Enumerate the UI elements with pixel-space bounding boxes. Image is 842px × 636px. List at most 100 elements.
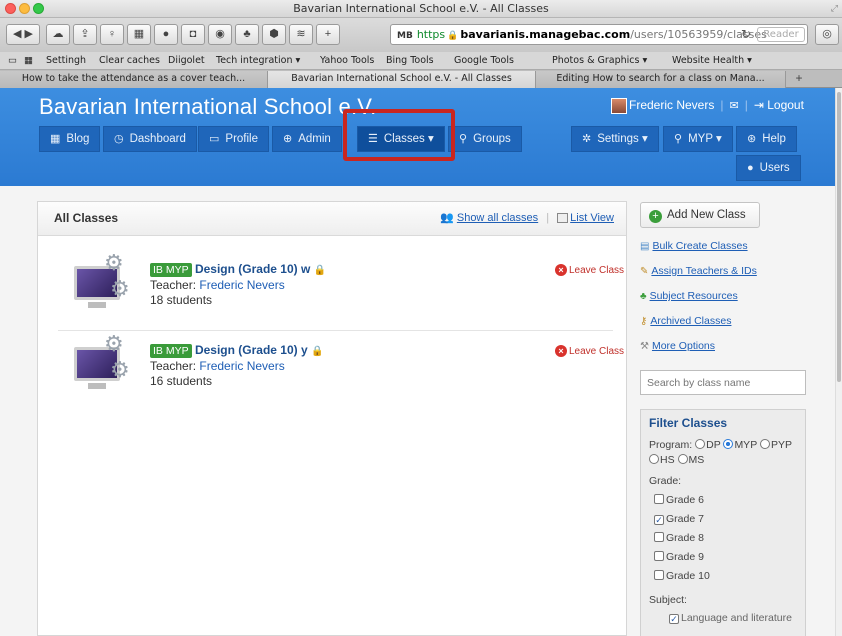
stack-icon: ≋ xyxy=(296,28,306,40)
dashboard-icon: ◷ xyxy=(114,133,124,145)
nav-dashboard[interactable]: ◷ Dashboard xyxy=(103,126,197,152)
tab-attendance[interactable]: How to take the attendance as a cover te… xyxy=(0,71,268,88)
nav-help[interactable]: ⊛ Help xyxy=(736,126,797,152)
bookmark-item[interactable]: Tech integration ▾ xyxy=(216,55,300,66)
address-bar[interactable]: MB https 🔒 bavarianis.managebac.com/users/1… xyxy=(390,24,808,45)
nav-settings[interactable]: ✲ Settings ▾ xyxy=(571,126,659,152)
grade-option[interactable]: Grade 10 xyxy=(654,570,797,582)
url-scheme: https xyxy=(416,28,446,41)
logout-link[interactable]: Logout xyxy=(767,98,804,112)
radio-myp[interactable] xyxy=(723,439,734,449)
sidebar-link-assign-teachers[interactable]: ✎ Assign Teachers & IDs xyxy=(640,265,757,277)
nav-profile[interactable]: ▭ Profile xyxy=(198,126,270,152)
checkbox[interactable] xyxy=(654,532,664,542)
panel-header: All Classes 👥 Show all classes | List Vi… xyxy=(38,202,626,236)
class-thumbnail[interactable]: ⚙ ⚙ xyxy=(74,252,130,310)
extension-button-7[interactable]: ⬢ xyxy=(262,24,286,45)
class-search-input[interactable] xyxy=(640,370,806,395)
sidebar-link-label[interactable]: More Options xyxy=(652,340,715,352)
grade-option[interactable]: Grade 6 xyxy=(654,494,797,506)
sidebar-link-label[interactable]: Subject Resources xyxy=(650,290,738,302)
student-count: 16 students xyxy=(150,374,213,388)
bookmark-item[interactable]: Bing Tools xyxy=(386,55,434,66)
scrollbar-thumb[interactable] xyxy=(837,92,841,382)
radio-pyp[interactable] xyxy=(759,439,770,449)
forward-icon[interactable]: ▶ xyxy=(25,28,33,40)
class-name-link[interactable]: Design (Grade 10) w xyxy=(195,262,310,276)
school-name[interactable]: Bavarian International School e.V. xyxy=(39,94,376,120)
bookmark-item[interactable]: Website Health ▾ xyxy=(672,55,752,66)
grade-option[interactable]: ✓ Grade 7 xyxy=(654,513,797,525)
reload-icon[interactable]: ↻ xyxy=(741,25,751,44)
checkbox[interactable] xyxy=(654,494,664,504)
radio-dp[interactable] xyxy=(695,439,706,449)
sidebar-link-label[interactable]: Assign Teachers & IDs xyxy=(651,265,756,277)
grade-option[interactable]: Grade 9 xyxy=(654,551,797,563)
sidebar-link-label[interactable]: Archived Classes xyxy=(650,315,731,327)
teacher-link[interactable]: Frederic Nevers xyxy=(199,359,284,373)
leave-class-button[interactable]: × Leave Class xyxy=(555,345,624,357)
nav-blog[interactable]: ▦ Blog xyxy=(39,126,101,152)
home-button[interactable]: ☁ xyxy=(46,24,70,45)
downloads-button[interactable]: ◎ xyxy=(815,24,839,45)
checkbox[interactable] xyxy=(654,570,664,580)
new-tab-button[interactable]: + xyxy=(316,24,340,45)
bookmark-item[interactable]: Diigolet xyxy=(168,55,205,66)
user-name-link[interactable]: Frederic Nevers xyxy=(629,98,714,112)
gear-icon: ✲ xyxy=(582,133,592,145)
mail-icon[interactable]: ✉ xyxy=(729,100,738,112)
extension-button-2[interactable]: ▦ xyxy=(127,24,151,45)
nav-profile-label: Profile xyxy=(225,133,259,145)
teacher-link[interactable]: Frederic Nevers xyxy=(199,278,284,292)
show-all-classes-link[interactable]: Show all classes xyxy=(457,212,538,224)
reading-list-icon[interactable]: ▭ xyxy=(8,55,17,66)
radio-ms[interactable] xyxy=(677,454,688,464)
checkbox-checked[interactable]: ✓ xyxy=(654,515,664,525)
extension-button-4[interactable]: ◘ xyxy=(181,24,205,45)
extension-button-8[interactable]: ≋ xyxy=(289,24,313,45)
back-icon[interactable]: ◀ xyxy=(13,28,21,40)
reader-button[interactable]: Reader xyxy=(757,27,805,42)
class-name-link[interactable]: Design (Grade 10) y xyxy=(195,343,308,357)
page-scrollbar[interactable] xyxy=(835,88,842,636)
bookmark-item[interactable]: Google Tools xyxy=(454,55,514,66)
add-new-class-button[interactable]: + Add New Class xyxy=(640,202,760,228)
adblock-icon: ⬢ xyxy=(269,28,279,40)
nav-groups[interactable]: ⚲ Groups xyxy=(448,126,522,152)
class-row: ⚙ ⚙ IB MYP Design (Grade 10) w 🔒 Teacher… xyxy=(58,250,624,330)
sidebar-link-more-options[interactable]: ⚒ More Options xyxy=(640,340,715,352)
extension-button-3[interactable]: ● xyxy=(154,24,178,45)
checkbox[interactable] xyxy=(654,551,664,561)
bookmark-item[interactable]: Settingh xyxy=(46,55,86,66)
top-sites-icon[interactable]: ▦ xyxy=(24,55,33,66)
extension-button-6[interactable]: ♣ xyxy=(235,24,259,45)
avatar[interactable] xyxy=(611,98,627,114)
bookmark-item[interactable]: Clear caches xyxy=(99,55,160,66)
share-button[interactable]: ⇪ xyxy=(73,24,97,45)
class-thumbnail[interactable]: ⚙ ⚙ xyxy=(74,333,130,391)
subject-option[interactable]: ✓ Language and literature xyxy=(669,612,797,624)
grade-option[interactable]: Grade 8 xyxy=(654,532,797,544)
sidebar-link-label[interactable]: Bulk Create Classes xyxy=(652,240,747,252)
sidebar-link-bulk-create[interactable]: ▤ Bulk Create Classes xyxy=(640,240,748,252)
checkbox-checked[interactable]: ✓ xyxy=(669,614,679,624)
nav-myp[interactable]: ⚲ MYP ▾ xyxy=(663,126,733,152)
tab-all-classes[interactable]: Bavarian International School e.V. - All… xyxy=(268,71,536,88)
new-tab-plus-icon[interactable]: + xyxy=(788,71,810,87)
logout-icon[interactable]: ⇥ xyxy=(754,98,764,112)
extension-button-1[interactable]: ♀ xyxy=(100,24,124,45)
bookmark-item[interactable]: Photos & Graphics ▾ xyxy=(552,55,647,66)
nav-admin[interactable]: ⊕ Admin xyxy=(272,126,342,152)
back-forward-button[interactable]: ◀ ▶ xyxy=(6,24,40,45)
extension-button-5[interactable]: ◉ xyxy=(208,24,232,45)
fullscreen-icon[interactable]: ⤢ xyxy=(831,3,838,14)
user-icon: ● xyxy=(747,162,754,174)
nav-users[interactable]: ● Users xyxy=(736,155,801,181)
bookmark-item[interactable]: Yahoo Tools xyxy=(320,55,374,66)
sidebar-link-archived[interactable]: ⚷ Archived Classes xyxy=(640,315,731,327)
tab-editing-guide[interactable]: Editing How to search for a class on Man… xyxy=(536,71,786,88)
leave-class-button[interactable]: × Leave Class xyxy=(555,264,624,276)
sidebar-link-subject-resources[interactable]: ♣ Subject Resources xyxy=(640,290,738,302)
radio-hs[interactable] xyxy=(649,454,659,464)
list-view-link[interactable]: List View xyxy=(570,212,614,224)
